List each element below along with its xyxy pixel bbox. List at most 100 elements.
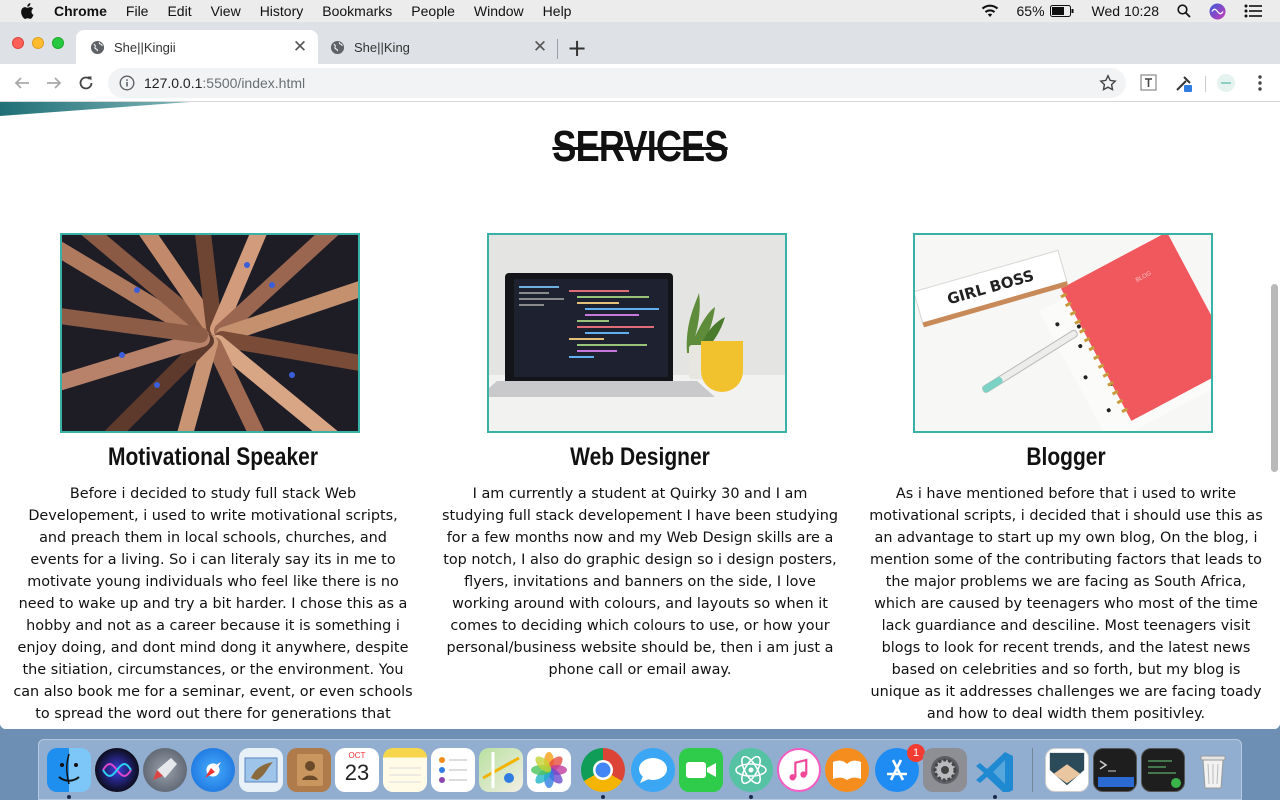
new-tab-icon[interactable]: +: [567, 34, 587, 62]
card-description-line: need to wake up and try a bit harder. I …: [18, 596, 408, 612]
url-path: :5500/index.html: [202, 75, 306, 91]
notes-icon[interactable]: [383, 748, 427, 792]
macos-dock: OCT 23 1: [38, 739, 1242, 800]
tab-shelking[interactable]: She||King ✕: [316, 30, 558, 64]
battery-icon[interactable]: [1049, 5, 1074, 17]
page-scrollbar[interactable]: [1271, 284, 1278, 472]
menu-help[interactable]: Help: [543, 3, 572, 19]
forward-arrow-icon[interactable]: [42, 71, 66, 95]
reload-icon[interactable]: [74, 71, 98, 95]
bookmark-star-icon[interactable]: [1099, 74, 1117, 92]
siri-icon[interactable]: [1209, 3, 1226, 20]
atom-icon[interactable]: [729, 748, 773, 792]
running-indicator: [67, 795, 71, 799]
back-arrow-icon[interactable]: [10, 71, 34, 95]
color-picker-extension-icon[interactable]: [1174, 73, 1194, 93]
menu-people[interactable]: People: [411, 3, 455, 19]
menu-window[interactable]: Window: [474, 3, 524, 19]
menu-view[interactable]: View: [211, 3, 241, 19]
card-description-line: for a few months now and my Web Design s…: [446, 530, 834, 546]
system-preferences-icon[interactable]: [923, 748, 967, 792]
card-description-line: and how to deal width them positivley.: [926, 706, 1206, 722]
preview-icon[interactable]: [1045, 748, 1089, 792]
card-description-line: studying full stack developement I have …: [441, 508, 839, 524]
card-description-line: blogs to look for recent trends, and the…: [881, 640, 1251, 656]
card-description: Before i decided to study full stack Web…: [13, 483, 413, 725]
site-info-icon[interactable]: [119, 75, 135, 91]
reminders-icon[interactable]: [431, 748, 475, 792]
page-viewport: SERVICES Motivational Speaker Before i d…: [0, 102, 1280, 729]
card-description-line: lack guardiance and desciline. Most teen…: [881, 618, 1251, 634]
card-description-line: motivational scripts, i decided that i s…: [869, 508, 1263, 524]
vscode-icon[interactable]: [973, 748, 1017, 794]
card-description-line: flyers, invitations and banners on the s…: [464, 574, 816, 590]
section-title: SERVICES: [552, 122, 728, 171]
address-bar[interactable]: 127.0.0.1:5500/index.html: [108, 68, 1126, 98]
card-description-line: top notch, I also do graphic design so i…: [443, 552, 837, 568]
menu-edit[interactable]: Edit: [167, 3, 191, 19]
siri-icon[interactable]: [95, 748, 139, 792]
menu-file[interactable]: File: [126, 3, 149, 19]
running-indicator: [993, 795, 997, 799]
tab-shelkingii[interactable]: She||Kingii ✕: [76, 30, 318, 64]
hands-together-image: [60, 233, 360, 433]
facetime-icon[interactable]: [679, 748, 723, 792]
close-window-button[interactable]: [12, 37, 24, 49]
card-description-line: Developement, i used to write motivation…: [28, 508, 398, 524]
messages-icon[interactable]: [631, 748, 675, 792]
calendar-day: 23: [344, 760, 370, 785]
apple-icon[interactable]: [20, 3, 34, 19]
card-description-line: comes to deciding which colours to use, …: [450, 618, 830, 634]
laptop-code-image: [487, 233, 787, 433]
girl-boss-notebook-image: BLOG GIRL BOSS: [913, 233, 1213, 433]
safari-icon[interactable]: [191, 748, 235, 792]
globe-icon: [90, 40, 105, 54]
url-text: 127.0.0.1:5500/index.html: [144, 75, 305, 91]
card-description-line: mention some of the contributing factors…: [870, 552, 1262, 568]
launchpad-icon[interactable]: [143, 748, 187, 792]
menu-bookmarks[interactable]: Bookmarks: [322, 3, 392, 19]
mail-icon[interactable]: [239, 748, 283, 792]
app-store-icon[interactable]: 1: [875, 744, 925, 792]
menubar-clock[interactable]: Wed 10:28: [1092, 3, 1159, 19]
card-description-line: phone call or email away.: [548, 662, 732, 678]
wifi-icon[interactable]: [981, 4, 999, 18]
zoom-window-button[interactable]: [52, 37, 64, 49]
menu-app-name[interactable]: Chrome: [54, 3, 107, 19]
more-menu-icon[interactable]: [1250, 73, 1270, 93]
header-decor-stripe: [0, 102, 190, 116]
card-description-line: an advantage to start up my own blog, On…: [874, 530, 1258, 546]
trash-icon[interactable]: [1191, 748, 1235, 792]
ibooks-icon[interactable]: [825, 748, 869, 792]
card-description-line: to spread the word out there for generat…: [35, 706, 391, 722]
tab-strip: She||Kingii ✕ She||King ✕ +: [0, 22, 1280, 64]
card-description-line: unique as it addresses challenges we are…: [870, 684, 1262, 700]
card-description-line: can also book me for a seminar, event, o…: [13, 684, 413, 700]
photos-icon[interactable]: [527, 748, 571, 792]
chrome-icon[interactable]: [581, 748, 625, 792]
maps-icon[interactable]: [479, 748, 523, 792]
card-description-line: based on celebrities and so forth, but m…: [891, 662, 1241, 678]
card-title: Motivational Speaker: [107, 443, 319, 471]
notification-center-icon[interactable]: [1244, 4, 1262, 18]
close-tab-icon[interactable]: ✕: [288, 37, 312, 57]
terminal-icon[interactable]: [1093, 748, 1137, 792]
finder-icon[interactable]: [47, 748, 91, 792]
chrome-window: She||Kingii ✕ She||King ✕ + 127.0.0.1:55…: [0, 22, 1280, 729]
spotlight-search-icon[interactable]: [1177, 4, 1191, 18]
tab-title: She||King: [354, 39, 410, 55]
card-title: Web Designer: [570, 443, 710, 471]
close-tab-icon[interactable]: ✕: [528, 37, 552, 57]
calendar-icon[interactable]: OCT 23: [335, 748, 379, 792]
contacts-icon[interactable]: [287, 748, 331, 792]
browser-toolbar: 127.0.0.1:5500/index.html: [0, 64, 1280, 102]
card-description-line: and preach them in local schools, church…: [39, 530, 387, 546]
menu-history[interactable]: History: [260, 3, 304, 19]
card-description-line: events for a living. So i can literaly s…: [30, 552, 396, 568]
itunes-icon[interactable]: [777, 748, 821, 792]
terminal-window-icon[interactable]: [1141, 748, 1185, 792]
profile-avatar-icon[interactable]: [1216, 73, 1236, 93]
minimize-window-button[interactable]: [32, 37, 44, 49]
text-extension-icon[interactable]: [1139, 73, 1159, 93]
running-indicator: [749, 795, 753, 799]
